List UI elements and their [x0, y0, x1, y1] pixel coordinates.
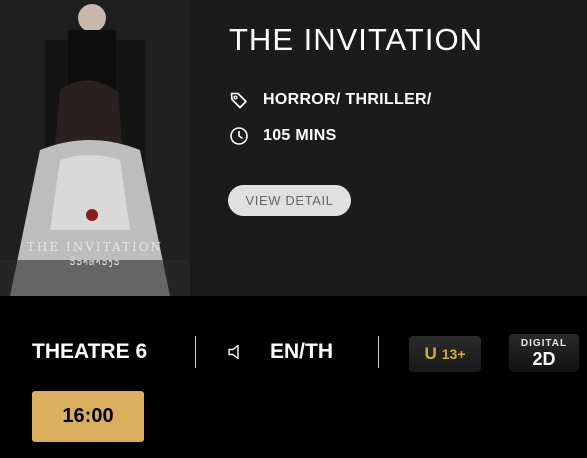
showtime-button[interactable]: 16:00	[32, 391, 144, 442]
language-label: EN/TH	[270, 340, 333, 363]
movie-title: THE INVITATION	[229, 22, 483, 57]
view-detail-button[interactable]: VIEW DETAIL	[228, 185, 351, 216]
rating-prefix: U	[424, 344, 437, 363]
format-top: DIGITAL	[520, 337, 568, 349]
theatre-label: THEATRE 6	[32, 340, 148, 363]
duration-text: 105 MINS	[263, 127, 337, 144]
movie-poster[interactable]: THE INVITATION ວິວາທາວງວ	[0, 0, 190, 296]
divider	[195, 336, 196, 368]
format-badge: DIGITAL 2D	[509, 334, 579, 372]
divider	[378, 336, 379, 368]
duration-row: 105 MINS	[229, 126, 337, 146]
genre-row: HORROR/ THRILLER/	[229, 90, 432, 110]
genre-text: HORROR/ THRILLER/	[263, 91, 432, 108]
poster-title: THE INVITATION	[26, 240, 164, 254]
showtime-info-row: THEATRE 6 EN/TH U 13+ DIGITAL 2D	[0, 334, 587, 372]
rating-label: 13+	[441, 346, 466, 362]
poster-subtitle: ວິວາທາວງວ	[69, 258, 121, 268]
tag-icon	[230, 92, 247, 109]
movie-info-panel: THE INVITATION ວິວາທາວງວ THE INVITATION …	[0, 0, 587, 296]
clock-icon	[230, 127, 248, 145]
age-rating-badge: U 13+	[409, 336, 481, 372]
format-value: 2D	[532, 348, 556, 369]
speaker-icon	[228, 344, 239, 360]
